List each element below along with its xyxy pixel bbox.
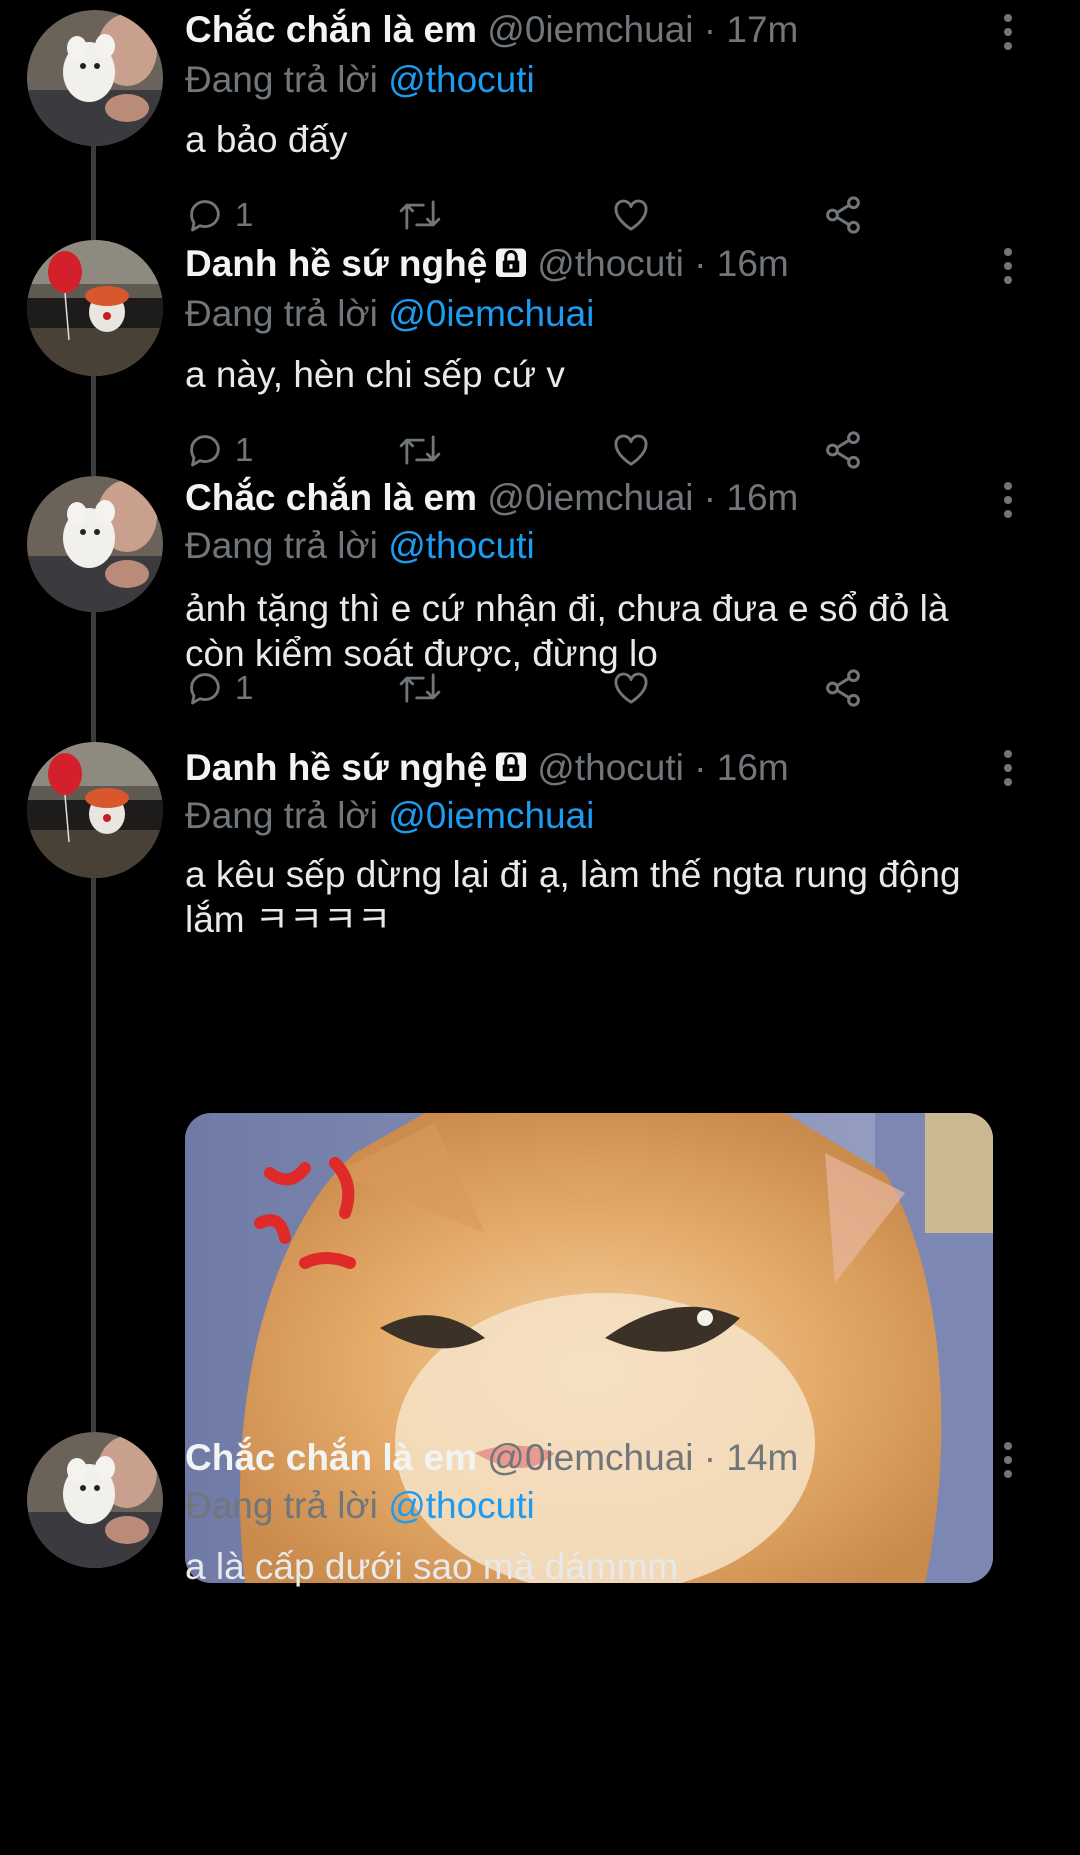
- tweet-time[interactable]: 17m: [726, 9, 798, 50]
- share-button[interactable]: [822, 191, 864, 239]
- tweet-header: Danh hề sứ nghệ @thocuti · 16m: [185, 746, 1080, 790]
- tweet-actions: 1: [185, 426, 885, 474]
- tweet-text: a là cấp dưới sao mà dámmm: [185, 1546, 679, 1587]
- tweet-header: Chắc chắn là em @0iemchuai · 17m: [185, 8, 1080, 52]
- display-name[interactable]: Chắc chắn là em: [185, 9, 477, 50]
- tweet-text: a kêu sếp dừng lại đi ạ, làm thế ngta ru…: [185, 852, 1005, 942]
- separator-dot: ·: [703, 9, 717, 50]
- like-button[interactable]: [610, 426, 652, 474]
- share-button[interactable]: [822, 426, 864, 474]
- tweet-text-line: ảnh tặng thì e cứ nhận đi, chưa đưa e sổ…: [185, 588, 949, 629]
- replying-to: Đang trả lời @thocuti: [185, 524, 535, 568]
- replying-to-label: Đang trả lời: [185, 293, 378, 334]
- retweet-icon: [397, 195, 443, 235]
- more-vertical-icon[interactable]: [992, 746, 1024, 790]
- replying-to: Đang trả lời @0iemchuai: [185, 794, 594, 838]
- separator-dot: ·: [703, 477, 717, 518]
- replying-to-label: Đang trả lời: [185, 525, 378, 566]
- tweet-header: Chắc chắn là em @0iemchuai · 16m: [185, 476, 1080, 520]
- replying-to-label: Đang trả lời: [185, 795, 378, 836]
- avatar[interactable]: [27, 742, 163, 878]
- replying-to: Đang trả lời @thocuti: [185, 1484, 535, 1528]
- user-handle[interactable]: @0iemchuai: [487, 477, 693, 518]
- heart-icon: [610, 430, 652, 470]
- reply-button[interactable]: 1: [185, 664, 253, 712]
- user-handle[interactable]: @thocuti: [537, 747, 684, 788]
- more-vertical-icon[interactable]: [992, 478, 1024, 522]
- tweet-time[interactable]: 16m: [717, 747, 789, 788]
- heart-icon: [610, 195, 652, 235]
- tweet-actions: 1: [185, 191, 885, 239]
- tweet-actions: 1: [185, 664, 885, 712]
- mention-link[interactable]: @thocuti: [388, 59, 535, 100]
- heart-icon: [610, 668, 652, 708]
- avatar[interactable]: [27, 240, 163, 376]
- reply-count: 1: [235, 431, 254, 468]
- reply-button[interactable]: 1: [185, 191, 253, 239]
- tweet-text-line: a kêu sếp dừng lại đi ạ, làm thế ngta ru…: [185, 854, 961, 895]
- lock-icon: [493, 244, 529, 290]
- reply-button[interactable]: 1: [185, 426, 253, 474]
- retweet-icon: [397, 430, 443, 470]
- tweet-time[interactable]: 16m: [726, 477, 798, 518]
- user-handle[interactable]: @0iemchuai: [487, 9, 693, 50]
- tweet[interactable]: Danh hề sứ nghệ @thocuti · 16m Đang trả l…: [0, 240, 1080, 476]
- mention-link[interactable]: @0iemchuai: [388, 293, 594, 334]
- tweet-text-line: lắm ㅋㅋㅋㅋ: [185, 899, 392, 940]
- more-vertical-icon[interactable]: [992, 10, 1024, 54]
- lock-icon: [493, 748, 529, 794]
- user-handle[interactable]: @0iemchuai: [487, 1437, 693, 1478]
- tweet-header: Danh hề sứ nghệ @thocuti · 16m: [185, 242, 1080, 286]
- avatar[interactable]: [27, 476, 163, 612]
- separator-dot: ·: [694, 243, 707, 284]
- share-button[interactable]: [822, 664, 864, 712]
- share-icon: [822, 194, 864, 236]
- tweet[interactable]: Chắc chắn là em @0iemchuai · 14m Đang tr…: [0, 1432, 1080, 1855]
- retweet-button[interactable]: [397, 191, 443, 239]
- tweet-header: Chắc chắn là em @0iemchuai · 14m: [185, 1436, 1080, 1480]
- separator-dot: ·: [694, 747, 707, 788]
- reply-count: 1: [235, 669, 254, 706]
- tweet[interactable]: Chắc chắn là em @0iemchuai · 16m Đang tr…: [0, 476, 1080, 742]
- like-button[interactable]: [610, 664, 652, 712]
- retweet-button[interactable]: [397, 664, 443, 712]
- reply-bubble-icon: [185, 195, 225, 235]
- reply-count: 1: [235, 196, 254, 233]
- replying-to: Đang trả lời @thocuti: [185, 58, 535, 102]
- more-vertical-icon[interactable]: [992, 244, 1024, 288]
- mention-link[interactable]: @thocuti: [388, 1485, 535, 1526]
- replying-to-label: Đang trả lời: [185, 59, 378, 100]
- like-button[interactable]: [610, 191, 652, 239]
- share-icon: [822, 429, 864, 471]
- more-vertical-icon[interactable]: [992, 1438, 1024, 1482]
- reply-bubble-icon: [185, 668, 225, 708]
- display-name[interactable]: Chắc chắn là em: [185, 1437, 477, 1478]
- share-icon: [822, 667, 864, 709]
- avatar[interactable]: [27, 10, 163, 146]
- replying-to-label: Đang trả lời: [185, 1485, 378, 1526]
- user-handle[interactable]: @thocuti: [537, 243, 684, 284]
- replying-to: Đang trả lời @0iemchuai: [185, 292, 594, 336]
- tweet-time[interactable]: 14m: [726, 1437, 798, 1478]
- tweet-text: a này, hèn chi sếp cứ v: [185, 354, 565, 395]
- mention-link[interactable]: @thocuti: [388, 525, 535, 566]
- reply-bubble-icon: [185, 430, 225, 470]
- tweet-text: ảnh tặng thì e cứ nhận đi, chưa đưa e sổ…: [185, 586, 1005, 676]
- display-name[interactable]: Danh hề sứ nghệ: [185, 243, 487, 284]
- display-name[interactable]: Chắc chắn là em: [185, 477, 477, 518]
- separator-dot: ·: [703, 1437, 717, 1478]
- display-name[interactable]: Danh hề sứ nghệ: [185, 747, 487, 788]
- retweet-button[interactable]: [397, 426, 443, 474]
- tweet-time[interactable]: 16m: [717, 243, 789, 284]
- tweet[interactable]: Chắc chắn là em @0iemchuai · 17m Đang tr…: [0, 0, 1080, 240]
- tweet-text: a bảo đấy: [185, 119, 348, 160]
- avatar[interactable]: [27, 1432, 163, 1568]
- retweet-icon: [397, 668, 443, 708]
- mention-link[interactable]: @0iemchuai: [388, 795, 594, 836]
